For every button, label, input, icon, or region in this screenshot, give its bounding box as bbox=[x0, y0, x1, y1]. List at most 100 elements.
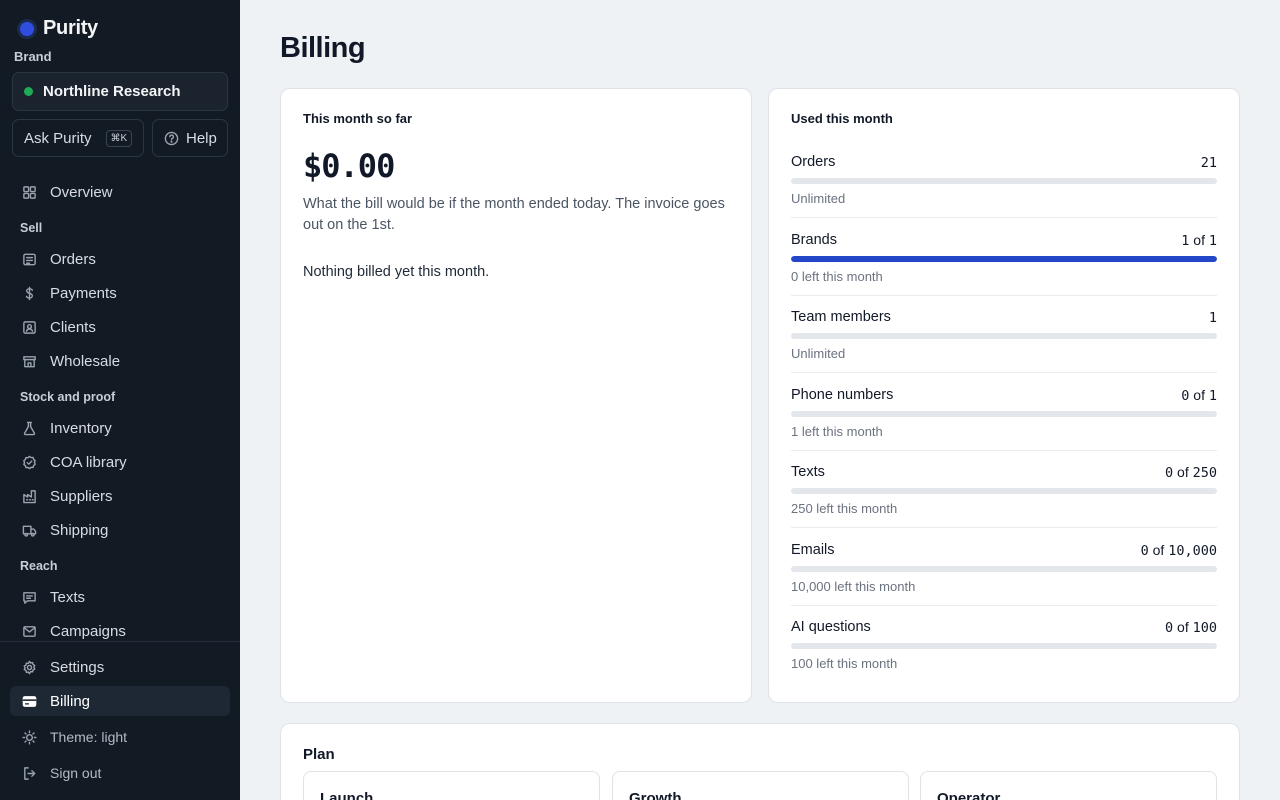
dollar-icon bbox=[22, 286, 37, 301]
sidebar-item-overview[interactable]: Overview bbox=[10, 177, 230, 207]
usage-of: of bbox=[1177, 464, 1189, 480]
usage-progress-bar bbox=[791, 333, 1217, 339]
sidebar-item-settings[interactable]: Settings bbox=[10, 652, 230, 682]
factory-icon bbox=[22, 489, 37, 504]
usage-of: of bbox=[1152, 541, 1165, 558]
brand-label: Brand bbox=[14, 49, 52, 64]
grid-icon bbox=[22, 185, 37, 200]
usage-name: Team members bbox=[791, 309, 891, 325]
sidebar-item-wholesale[interactable]: Wholesale bbox=[10, 346, 230, 376]
sidebar: Purity Brand Northline Research Ask Puri… bbox=[0, 0, 240, 800]
plan-name: Operator bbox=[937, 790, 1001, 800]
usage-limit: 10,000 bbox=[1168, 542, 1217, 559]
usage-progress-bar bbox=[791, 255, 1217, 262]
sun-icon bbox=[22, 729, 37, 745]
usage-limit: 1 bbox=[1208, 387, 1217, 404]
truck-icon bbox=[22, 523, 37, 538]
sidebar-item-label: Payments bbox=[50, 284, 117, 302]
sidebar-item-coa-library[interactable]: COA library bbox=[10, 447, 230, 477]
logo-mark-icon bbox=[20, 21, 34, 36]
sign-out-button[interactable]: Sign out bbox=[10, 758, 230, 788]
usage-used: 0 bbox=[1181, 387, 1190, 404]
usage-caption: 100 left this month bbox=[791, 656, 898, 671]
bill-description: What the bill would be if the month ende… bbox=[303, 196, 725, 233]
card-heading: This month so far bbox=[303, 111, 413, 126]
sidebar-item-label: Texts bbox=[50, 588, 86, 606]
usage-used: 0 bbox=[1165, 465, 1174, 481]
brand-name: Northline Research bbox=[43, 83, 181, 100]
sidebar-item-label: Settings bbox=[50, 658, 105, 676]
row-divider bbox=[791, 372, 1217, 373]
usage-used: 0 bbox=[1140, 542, 1149, 559]
empty-state: Nothing billed yet this month. bbox=[303, 264, 490, 280]
usage-row: Team members 1 Unlimited bbox=[791, 309, 1217, 387]
page-title: Billing bbox=[280, 32, 366, 64]
usage-row: Brands 1 of 1 0 left this month bbox=[791, 232, 1217, 310]
usage-caption: 1 left this month bbox=[791, 423, 883, 439]
plan-option-growth[interactable]: Growth bbox=[612, 771, 909, 800]
plan-card: Plan Launch Growth Operator bbox=[280, 723, 1240, 800]
brand-selector[interactable]: Northline Research bbox=[12, 72, 228, 111]
ask-purity-button[interactable]: Ask Purity ⌘K bbox=[12, 119, 144, 157]
app-logo[interactable]: Purity bbox=[20, 17, 98, 40]
usage-progress-bar bbox=[791, 488, 1217, 494]
help-circle-icon bbox=[164, 131, 179, 146]
help-button[interactable]: Help bbox=[152, 119, 228, 157]
usage-amount: 0 of 100 bbox=[1165, 619, 1217, 636]
usage-row: Texts 0 of 250 250 left this month bbox=[791, 464, 1217, 542]
sign-out-label: Sign out bbox=[50, 765, 102, 781]
plan-name: Launch bbox=[320, 790, 374, 800]
month-summary-card: This month so far $0.00 What the bill wo… bbox=[280, 88, 752, 703]
usage-caption: Unlimited bbox=[791, 346, 846, 361]
usage-progress-fill bbox=[791, 255, 1217, 262]
sidebar-item-clients[interactable]: Clients bbox=[10, 312, 230, 342]
status-dot-icon bbox=[24, 87, 33, 96]
usage-caption: Unlimited bbox=[791, 191, 846, 206]
theme-toggle[interactable]: Theme: light bbox=[10, 722, 230, 752]
usage-used: 0 bbox=[1165, 620, 1174, 636]
usage-caption: 250 left this month bbox=[791, 501, 898, 516]
sidebar-item-label: Shipping bbox=[50, 521, 109, 539]
usage-progress-bar bbox=[791, 643, 1217, 649]
usage-progress-bar bbox=[791, 565, 1217, 572]
usage-name: Brands bbox=[791, 231, 837, 248]
usage-name: Emails bbox=[791, 541, 835, 558]
store-icon bbox=[22, 354, 37, 369]
sidebar-item-billing[interactable]: Billing bbox=[10, 686, 230, 716]
sidebar-item-orders[interactable]: Orders bbox=[10, 244, 230, 274]
bill-amount: $0.00 bbox=[303, 147, 395, 185]
mail-icon bbox=[22, 624, 37, 639]
usage-of: of bbox=[1193, 386, 1205, 403]
sidebar-item-shipping[interactable]: Shipping bbox=[10, 515, 230, 545]
usage-caption: 10,000 left this month bbox=[791, 578, 916, 594]
usage-limit: 1 bbox=[1208, 232, 1217, 249]
plan-option-launch[interactable]: Launch bbox=[303, 771, 600, 800]
sidebar-item-label: COA library bbox=[50, 453, 127, 471]
section-label-sell: Sell bbox=[20, 221, 43, 235]
usage-limit: 250 bbox=[1192, 465, 1217, 481]
row-divider bbox=[791, 294, 1217, 296]
ask-purity-label: Ask Purity bbox=[24, 129, 92, 147]
sidebar-item-texts[interactable]: Texts bbox=[10, 582, 230, 612]
usage-row: AI questions 0 of 100 100 left this month bbox=[791, 619, 1217, 697]
theme-label: Theme: light bbox=[50, 729, 128, 745]
usage-value: 21 bbox=[1200, 155, 1217, 171]
badge-check-icon bbox=[22, 455, 37, 470]
usage-row: Phone numbers 0 of 1 1 left this month bbox=[791, 387, 1217, 465]
usage-row: Orders 21 Unlimited bbox=[791, 154, 1217, 232]
plan-option-operator[interactable]: Operator bbox=[920, 771, 1217, 800]
receipt-icon bbox=[22, 252, 37, 267]
sidebar-item-suppliers[interactable]: Suppliers bbox=[10, 481, 230, 511]
row-divider bbox=[791, 217, 1217, 218]
usage-caption: 0 left this month bbox=[791, 268, 883, 284]
usage-progress-bar bbox=[791, 410, 1217, 417]
sidebar-item-payments[interactable]: Payments bbox=[10, 278, 230, 308]
sidebar-item-inventory[interactable]: Inventory bbox=[10, 413, 230, 443]
plan-name: Growth bbox=[629, 790, 682, 800]
usage-name: Texts bbox=[791, 464, 825, 480]
usage-name: AI questions bbox=[791, 619, 871, 635]
plan-heading: Plan bbox=[303, 746, 335, 763]
sidebar-item-label: Orders bbox=[50, 250, 96, 268]
sidebar-divider bbox=[0, 641, 240, 642]
row-divider bbox=[791, 527, 1217, 528]
